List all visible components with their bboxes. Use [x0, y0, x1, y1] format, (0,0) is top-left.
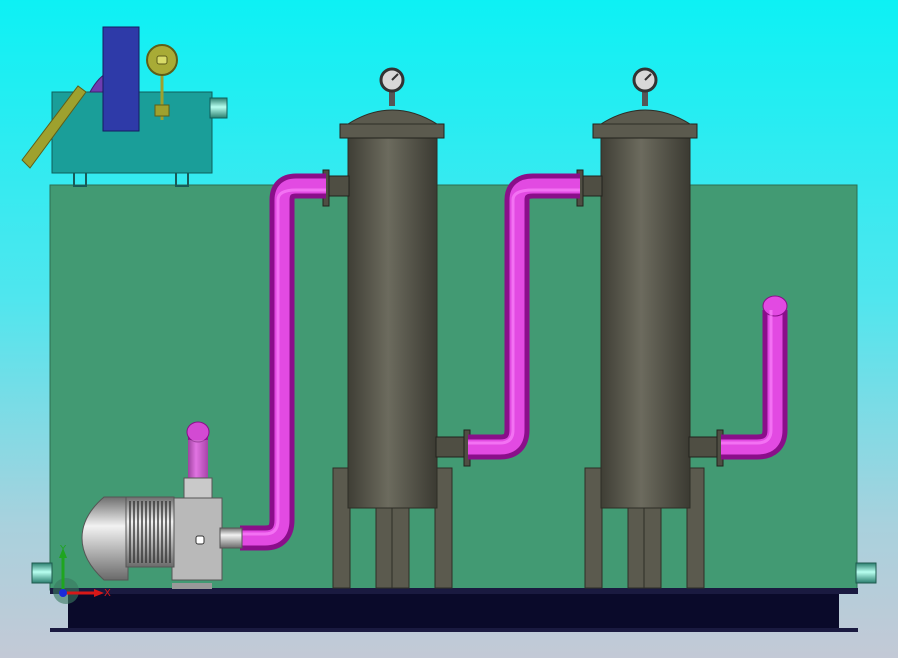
- assembly-drawing[interactable]: Y X: [0, 0, 898, 658]
- pressure-gauge-1[interactable]: [379, 67, 405, 106]
- triad-x-label: X: [104, 588, 111, 599]
- tank-nozzle-left[interactable]: [31, 562, 53, 584]
- pump-suction-pipe[interactable]: [186, 421, 210, 482]
- triad-y-label: Y: [59, 544, 67, 555]
- cad-viewport[interactable]: Y X: [0, 0, 898, 658]
- z-axis-icon: [59, 589, 67, 597]
- skid-base[interactable]: [50, 588, 858, 632]
- tank-nozzle-right[interactable]: [855, 562, 877, 584]
- pump-nameplate-icon: [195, 535, 205, 545]
- dosing-motor[interactable]: [102, 26, 140, 132]
- pressure-gauge-2[interactable]: [632, 67, 658, 106]
